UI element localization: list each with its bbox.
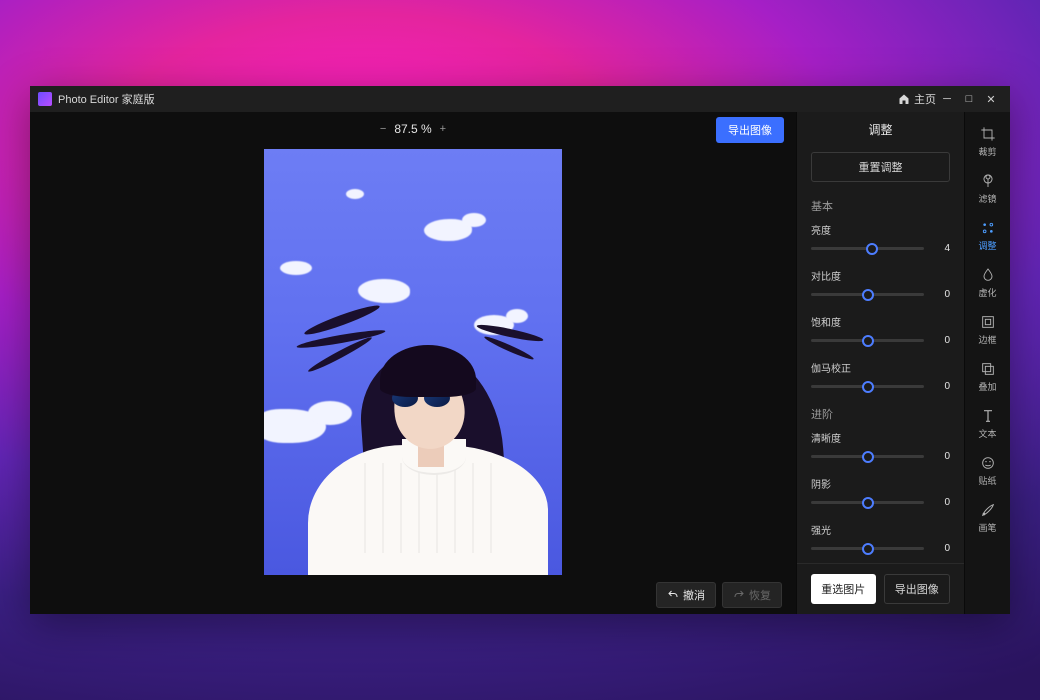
slider-gamma-value: 0 <box>932 381 950 392</box>
zoom-in-button[interactable]: + <box>440 123 446 135</box>
tool-adjust-label: 调整 <box>978 239 996 252</box>
slider-clarity-track[interactable] <box>811 455 924 458</box>
titlebar: Photo Editor 家庭版 主页 ─ □ ✕ <box>30 86 1010 112</box>
slider-saturation-label: 饱和度 <box>811 314 950 329</box>
slider-clarity: 清晰度 0 <box>811 430 950 462</box>
minimize-button[interactable]: ─ <box>936 93 958 105</box>
export-bottom-button[interactable]: 导出图像 <box>884 574 951 604</box>
tool-sticker-label: 贴纸 <box>978 474 996 487</box>
app-window: Photo Editor 家庭版 主页 ─ □ ✕ − 87.5 % + 导出图… <box>30 86 1010 614</box>
slider-shadow-label: 阴影 <box>811 476 950 491</box>
home-icon <box>898 93 910 105</box>
tool-blur-label: 虚化 <box>978 286 996 299</box>
panel-title: 调整 <box>797 112 964 146</box>
maximize-button[interactable]: □ <box>958 93 980 105</box>
app-logo-icon <box>38 92 52 106</box>
slider-gamma-label: 伽马校正 <box>811 360 950 375</box>
tool-frame-label: 边框 <box>978 333 996 346</box>
redo-button: 恢复 <box>722 582 782 608</box>
panel-footer: 重选图片 导出图像 <box>797 563 964 614</box>
home-button[interactable]: 主页 <box>898 91 936 107</box>
slider-brightness-track[interactable] <box>811 247 924 250</box>
app-title: Photo Editor 家庭版 <box>58 91 155 107</box>
close-button[interactable]: ✕ <box>980 93 1002 106</box>
reset-adjust-button[interactable]: 重置调整 <box>811 152 950 182</box>
reselect-button[interactable]: 重选图片 <box>811 574 876 604</box>
export-top-button[interactable]: 导出图像 <box>716 117 784 143</box>
section-basic: 基本 <box>811 198 950 214</box>
slider-highlight: 强光 0 <box>811 522 950 554</box>
slider-clarity-label: 清晰度 <box>811 430 950 445</box>
home-label: 主页 <box>914 91 936 107</box>
blur-icon <box>980 267 996 283</box>
undo-icon <box>667 589 679 601</box>
slider-highlight-track[interactable] <box>811 547 924 550</box>
tool-filter[interactable]: 滤镜 <box>969 167 1007 210</box>
slider-shadow-value: 0 <box>932 497 950 508</box>
photo-preview <box>264 149 562 575</box>
tool-crop-label: 裁剪 <box>978 145 996 158</box>
adjust-icon <box>980 220 996 236</box>
crop-icon <box>980 126 996 142</box>
tool-brush-label: 画笔 <box>978 521 996 534</box>
tool-overlay[interactable]: 叠加 <box>969 355 1007 398</box>
section-advanced: 进阶 <box>811 406 950 422</box>
tool-overlay-label: 叠加 <box>978 380 996 393</box>
slider-brightness-value: 4 <box>932 243 950 254</box>
slider-brightness-label: 亮度 <box>811 222 950 237</box>
zoom-value: 87.5 % <box>394 122 431 136</box>
frame-icon <box>980 314 996 330</box>
undo-button[interactable]: 撤消 <box>656 582 716 608</box>
slider-contrast: 对比度 0 <box>811 268 950 300</box>
canvas-column: − 87.5 % + 导出图像 <box>30 112 796 614</box>
slider-contrast-value: 0 <box>932 289 950 300</box>
tool-blur[interactable]: 虚化 <box>969 261 1007 304</box>
slider-shadow-track[interactable] <box>811 501 924 504</box>
tool-text-label: 文本 <box>978 427 996 440</box>
canvas-bottombar: 撤消 恢复 <box>30 575 796 614</box>
canvas-area[interactable] <box>30 145 796 575</box>
tool-brush[interactable]: 画笔 <box>969 496 1007 539</box>
tool-frame[interactable]: 边框 <box>969 308 1007 351</box>
tool-adjust[interactable]: 调整 <box>969 214 1007 257</box>
slider-gamma: 伽马校正 0 <box>811 360 950 392</box>
slider-highlight-label: 强光 <box>811 522 950 537</box>
tool-sticker[interactable]: 贴纸 <box>969 449 1007 492</box>
overlay-icon <box>980 361 996 377</box>
slider-contrast-track[interactable] <box>811 293 924 296</box>
slider-clarity-value: 0 <box>932 451 950 462</box>
slider-brightness: 亮度 4 <box>811 222 950 254</box>
slider-saturation-track[interactable] <box>811 339 924 342</box>
redo-icon <box>733 589 745 601</box>
slider-saturation-value: 0 <box>932 335 950 346</box>
slider-contrast-label: 对比度 <box>811 268 950 283</box>
panel-scroll[interactable]: 基本 亮度 4 对比度 0 饱和度 0 伽马校正 0 进阶 清晰度 0 <box>797 192 964 563</box>
slider-shadow: 阴影 0 <box>811 476 950 508</box>
slider-highlight-value: 0 <box>932 543 950 554</box>
text-icon <box>980 408 996 424</box>
tool-strip: 裁剪 滤镜 调整 虚化 边框 叠加 文本 贴纸 画笔 <box>964 112 1010 614</box>
zoom-out-button[interactable]: − <box>380 123 386 135</box>
slider-gamma-track[interactable] <box>811 385 924 388</box>
tool-crop[interactable]: 裁剪 <box>969 120 1007 163</box>
slider-saturation: 饱和度 0 <box>811 314 950 346</box>
filter-icon <box>980 173 996 189</box>
adjust-panel: 调整 重置调整 基本 亮度 4 对比度 0 饱和度 0 伽马校正 0 进阶 清晰… <box>796 112 964 614</box>
tool-text[interactable]: 文本 <box>969 402 1007 445</box>
zoom-control: − 87.5 % + <box>380 122 446 136</box>
canvas-topbar: − 87.5 % + 导出图像 <box>30 112 796 145</box>
brush-icon <box>980 502 996 518</box>
tool-filter-label: 滤镜 <box>978 192 996 205</box>
sticker-icon <box>980 455 996 471</box>
